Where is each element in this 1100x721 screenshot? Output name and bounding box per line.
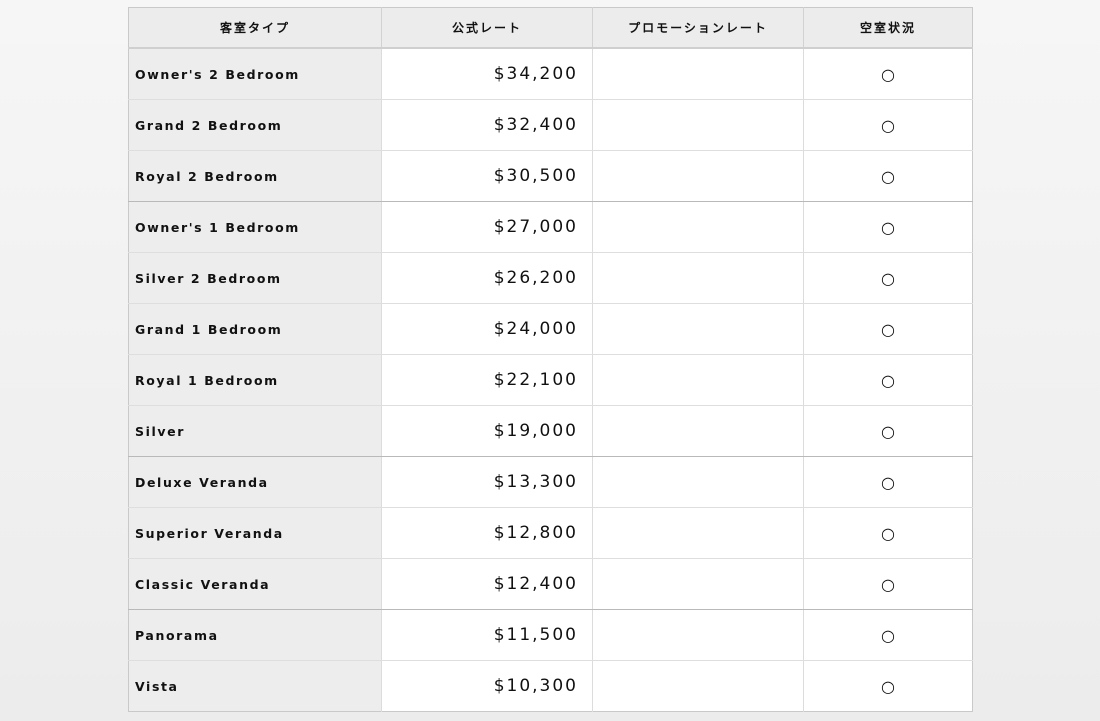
availability-cell: ○	[803, 456, 973, 508]
room-type-cell: Royal 2 Bedroom	[128, 150, 382, 202]
availability-cell: ○	[881, 676, 895, 696]
promotion-rate-cell	[592, 558, 804, 610]
official-rate-cell: $13,300	[381, 456, 593, 508]
availability-cell: ○	[803, 99, 973, 151]
table-body: Owner's 2 Bedroom $34,200 ○ Grand 2 Bedr…	[128, 48, 973, 712]
official-rate-cell: $26,200	[381, 252, 593, 304]
availability-cell: ○	[803, 201, 973, 253]
availability-cell: ○	[803, 252, 973, 304]
promotion-rate-cell	[592, 303, 804, 355]
table-row: Royal 1 Bedroom $22,100 ○	[128, 354, 973, 406]
table-row: Owner's 2 Bedroom $34,200 ○	[128, 48, 973, 100]
table-header: 客室タイプ 公式レート プロモーションレート 空室状況	[128, 7, 973, 49]
official-rate-cell: $10,300	[381, 660, 593, 712]
availability-cell: ○	[803, 405, 973, 457]
room-type-cell: Classic Veranda	[128, 558, 382, 610]
room-type-cell: Deluxe Veranda	[128, 456, 382, 508]
table-row: Vista $10,300 ○	[128, 660, 973, 712]
room-type-cell: Silver 2 Bedroom	[128, 252, 382, 304]
table-row: Panorama $11,500 ○	[128, 609, 973, 661]
table-row: Silver $19,000 ○	[128, 405, 973, 457]
promotion-rate-cell	[592, 507, 804, 559]
table-row: Owner's 1 Bedroom $27,000 ○	[128, 201, 973, 253]
header-row: 客室タイプ 公式レート プロモーションレート 空室状況	[128, 7, 973, 49]
table-row: Superior Veranda $12,800 ○	[128, 507, 973, 559]
availability-cell: ○	[803, 558, 973, 610]
room-type-cell: Silver	[128, 405, 382, 457]
official-rate-cell: $30,500	[381, 150, 593, 202]
promotion-rate-cell	[592, 201, 804, 253]
room-type-cell: Royal 1 Bedroom	[128, 354, 382, 406]
promotion-rate-cell	[592, 354, 804, 406]
room-type-cell: Grand 2 Bedroom	[128, 99, 382, 151]
table-row: Grand 1 Bedroom $24,000 ○	[128, 303, 973, 355]
official-rate-cell: $11,500	[381, 609, 593, 661]
promotion-rate-cell	[592, 456, 804, 508]
promotion-rate-cell	[592, 150, 804, 202]
availability-cell: ○	[803, 609, 973, 661]
official-rate-cell: $34,200	[381, 48, 593, 100]
header-promotion-rate: プロモーションレート	[592, 7, 804, 49]
promotion-rate-cell	[592, 660, 804, 712]
official-rate-cell: $22,100	[381, 354, 593, 406]
promotion-rate-cell	[592, 609, 804, 661]
official-rate-cell: $12,400	[381, 558, 593, 610]
room-type-cell: Owner's 2 Bedroom	[128, 48, 382, 100]
promotion-rate-cell	[592, 252, 804, 304]
official-rate-cell: $12,800	[381, 507, 593, 559]
header-room-type: 客室タイプ	[128, 7, 382, 49]
availability-cell: ○	[803, 354, 973, 406]
table-row: Grand 2 Bedroom $32,400 ○	[128, 99, 973, 151]
table-row: Classic Veranda $12,400 ○	[128, 558, 973, 610]
availability-cell: ○	[803, 507, 973, 559]
promotion-rate-cell	[592, 48, 804, 100]
official-rate-cell: $32,400	[381, 99, 593, 151]
room-type-cell: Superior Veranda	[128, 507, 382, 559]
official-rate-cell: $24,000	[381, 303, 593, 355]
official-rate-cell: $27,000	[381, 201, 593, 253]
promotion-rate-cell	[592, 405, 804, 457]
table-row: Royal 2 Bedroom $30,500 ○	[128, 150, 973, 202]
room-type-cell: Panorama	[128, 609, 382, 661]
availability-cell: ○	[803, 303, 973, 355]
header-official-rate: 公式レート	[381, 7, 593, 49]
promotion-rate-cell	[592, 99, 804, 151]
room-type-cell: Owner's 1 Bedroom	[128, 201, 382, 253]
header-availability: 空室状況	[803, 7, 973, 49]
table-row: Silver 2 Bedroom $26,200 ○	[128, 252, 973, 304]
room-type-cell: Grand 1 Bedroom	[128, 303, 382, 355]
room-type-cell: Vista	[128, 660, 382, 712]
table-row: Deluxe Veranda $13,300 ○	[128, 456, 973, 508]
rate-table-container: 客室タイプ 公式レート プロモーションレート 空室状況 Owner's 2 Be…	[128, 7, 973, 712]
room-rate-table: 客室タイプ 公式レート プロモーションレート 空室状況 Owner's 2 Be…	[128, 7, 973, 712]
availability-cell: ○	[803, 150, 973, 202]
official-rate-cell: $19,000	[381, 405, 593, 457]
availability-cell: ○	[803, 48, 973, 100]
